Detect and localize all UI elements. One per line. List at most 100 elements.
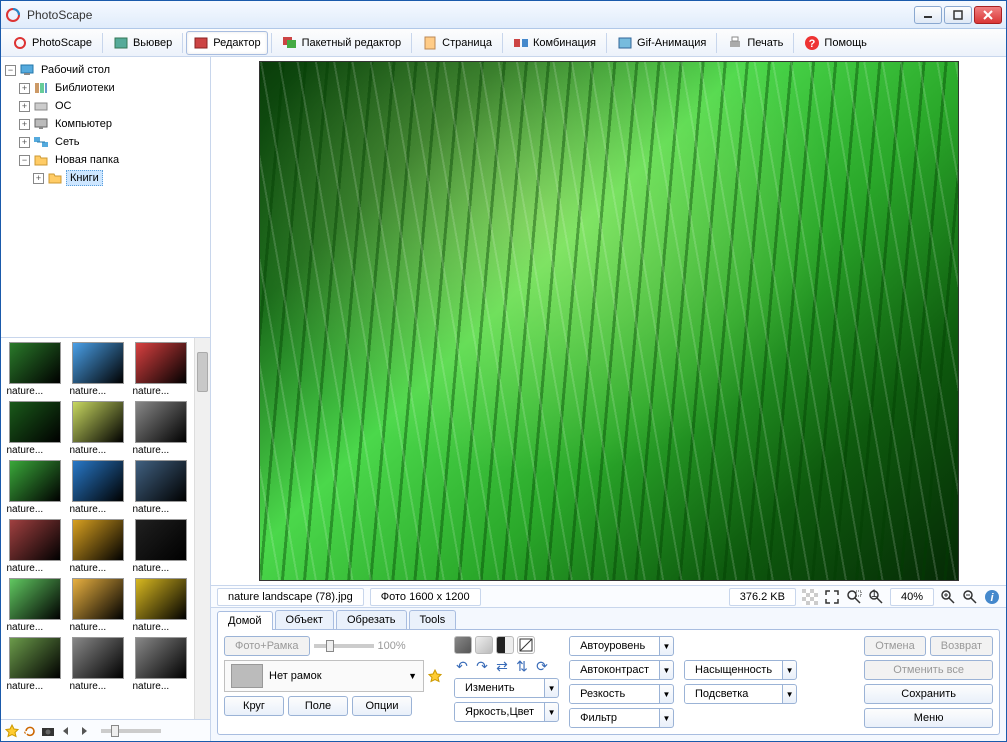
expander-icon[interactable]: − [19, 155, 30, 166]
invert-icon[interactable] [517, 636, 535, 654]
frame-slider[interactable] [314, 644, 374, 648]
tab-combine[interactable]: Комбинация [506, 31, 603, 55]
rotate-left-icon[interactable]: ↶ [454, 658, 470, 674]
scrollbar-handle[interactable] [197, 352, 208, 392]
thumbnail-item[interactable]: nature... [5, 342, 64, 397]
titlebar: PhotoScape [1, 1, 1006, 29]
sharpen-button[interactable]: Резкость▼ [569, 684, 674, 704]
minimize-button[interactable] [914, 6, 942, 24]
tab-help[interactable]: ?Помощь [797, 31, 874, 55]
expander-icon[interactable]: + [19, 83, 30, 94]
zoom-actual-icon[interactable]: 1 [868, 589, 884, 605]
resize-button[interactable]: Изменить▼ [454, 678, 559, 698]
expander-icon[interactable]: + [19, 137, 30, 148]
transparency-icon[interactable] [802, 589, 818, 605]
zoom-in-icon[interactable] [940, 589, 956, 605]
zoom-out-icon[interactable] [962, 589, 978, 605]
prev-icon[interactable] [59, 724, 73, 738]
autocontrast-button[interactable]: Автоконтраст▼ [569, 660, 674, 680]
tree-item-selected[interactable]: + Книги [5, 169, 206, 187]
undo-all-button[interactable]: Отменить все [864, 660, 993, 680]
camera-icon[interactable] [41, 724, 55, 738]
editor-tab-crop[interactable]: Обрезать [336, 610, 407, 629]
field-button[interactable]: Поле [288, 696, 348, 716]
next-icon[interactable] [77, 724, 91, 738]
sepia-icon[interactable] [454, 636, 472, 654]
rotate-right-icon[interactable]: ↷ [474, 658, 490, 674]
thumbnail-item[interactable]: nature... [5, 519, 64, 574]
expander-icon[interactable]: − [5, 65, 16, 76]
fit-screen-icon[interactable] [824, 589, 840, 605]
expander-icon[interactable]: + [33, 173, 44, 184]
thumbnail-item[interactable]: nature... [68, 401, 127, 456]
grayscale-icon[interactable] [475, 636, 493, 654]
thumbnail-grid[interactable]: nature...nature...nature...nature...natu… [1, 338, 194, 719]
thumbnail-item[interactable]: nature... [131, 637, 190, 692]
thumbnail-item[interactable]: nature... [131, 578, 190, 633]
frame-select[interactable]: Нет рамок ▼ [224, 660, 424, 692]
thumbnail-item[interactable]: nature... [68, 519, 127, 574]
star-icon[interactable] [5, 724, 19, 738]
thumb-size-slider[interactable] [101, 729, 161, 733]
thumbnail-item[interactable]: nature... [5, 401, 64, 456]
tab-gif[interactable]: Gif-Анимация [610, 31, 713, 55]
tree-item[interactable]: − Новая папка [5, 151, 206, 169]
save-button[interactable]: Сохранить [864, 684, 993, 704]
circle-button[interactable]: Круг [224, 696, 284, 716]
thumbnail-item[interactable]: nature... [131, 342, 190, 397]
photo-frame-button[interactable]: Фото+Рамка [224, 636, 310, 656]
image-canvas[interactable] [259, 61, 959, 581]
editor-tab-object[interactable]: Объект [275, 610, 334, 629]
bw-icon[interactable] [496, 636, 514, 654]
tab-viewer[interactable]: Вьювер [106, 31, 179, 55]
maximize-button[interactable] [944, 6, 972, 24]
tree-item[interactable]: + Компьютер [5, 115, 206, 133]
thumbnail-item[interactable]: nature... [131, 460, 190, 515]
thumbnail-item[interactable]: nature... [131, 401, 190, 456]
info-icon[interactable]: i [984, 589, 1000, 605]
folder-tree[interactable]: − Рабочий стол + Библиотеки + ОС + [1, 57, 210, 337]
tree-root[interactable]: − Рабочий стол [5, 61, 206, 79]
brightness-button[interactable]: Яркость,Цвет▼ [454, 702, 559, 722]
tree-item[interactable]: + Библиотеки [5, 79, 206, 97]
redo-button[interactable]: Возврат [930, 636, 993, 656]
flip-v-icon[interactable]: ⇅ [514, 658, 530, 674]
expander-icon[interactable]: + [19, 101, 30, 112]
thumbnail-item[interactable]: nature... [68, 342, 127, 397]
free-rotate-icon[interactable]: ⟳ [534, 658, 550, 674]
menu-button[interactable]: Меню [864, 708, 993, 728]
tab-photoscape[interactable]: PhotoScape [5, 31, 99, 55]
thumbnail-item[interactable]: nature... [68, 637, 127, 692]
thumbnail-item[interactable]: nature... [5, 578, 64, 633]
slider-knob[interactable] [326, 640, 334, 652]
thumbnail-scrollbar[interactable] [194, 338, 210, 719]
slider-knob[interactable] [111, 725, 119, 737]
thumbnail-label: nature... [133, 620, 189, 633]
backlight-button[interactable]: Подсветка▼ [684, 684, 797, 704]
filter-button[interactable]: Фильтр▼ [569, 708, 674, 728]
tree-item[interactable]: + ОС [5, 97, 206, 115]
editor-tab-home[interactable]: Домой [217, 611, 273, 630]
thumbnail-item[interactable]: nature... [131, 519, 190, 574]
options-button[interactable]: Опции [352, 696, 412, 716]
rotate-icon[interactable] [23, 724, 37, 738]
saturation-button[interactable]: Насыщенность▼ [684, 660, 797, 680]
editor-tab-tools[interactable]: Tools [409, 610, 457, 629]
tab-page[interactable]: Страница [415, 31, 499, 55]
flip-h-icon[interactable]: ⇄ [494, 658, 510, 674]
star-icon[interactable] [428, 669, 442, 683]
thumbnail-image [135, 401, 187, 443]
expander-icon[interactable]: + [19, 119, 30, 130]
undo-button[interactable]: Отмена [864, 636, 925, 656]
tree-item[interactable]: + Сеть [5, 133, 206, 151]
close-button[interactable] [974, 6, 1002, 24]
autolevel-button[interactable]: Автоуровень▼ [569, 636, 674, 656]
zoom-area-icon[interactable] [846, 589, 862, 605]
tab-batch[interactable]: Пакетный редактор [275, 31, 409, 55]
tab-editor[interactable]: Редактор [186, 31, 267, 55]
thumbnail-item[interactable]: nature... [68, 578, 127, 633]
thumbnail-item[interactable]: nature... [5, 460, 64, 515]
tab-print[interactable]: Печать [720, 31, 790, 55]
thumbnail-item[interactable]: nature... [5, 637, 64, 692]
thumbnail-item[interactable]: nature... [68, 460, 127, 515]
